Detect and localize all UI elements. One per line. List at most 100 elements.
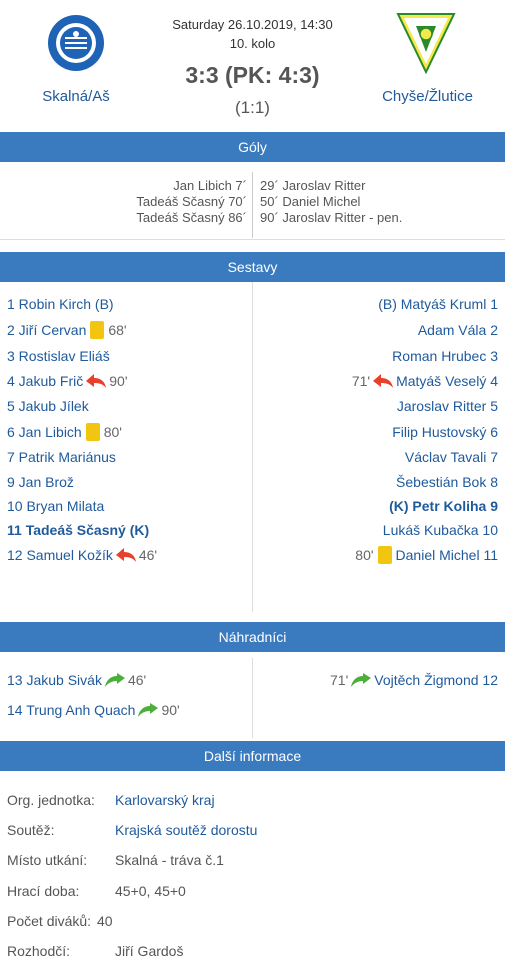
home-goals: Jan Libich 7´ Tadeáš Sčasný 70´ Tadeáš S… [136, 178, 247, 226]
info-value: 45+0, 45+0 [115, 883, 186, 899]
player-name[interactable]: Václav Tavali 7 [405, 449, 498, 465]
substitute-row[interactable]: 14 Trung Anh Quach 90' [7, 700, 180, 720]
player-row[interactable]: 9 Jan Brož [7, 472, 74, 492]
player-name[interactable]: Filip Hustovský 6 [392, 424, 498, 440]
goal-entry: 90´ Jaroslav Ritter - pen. [260, 210, 403, 225]
substitute-row[interactable]: 71' Vojtěch Žigmond 12 [330, 670, 498, 690]
info-value[interactable]: Krajská soutěž dorostu [115, 820, 257, 840]
info-label: Počet diváků: [7, 913, 92, 929]
info-row: Místo utkání: Skalná - tráva č.1 [7, 850, 224, 870]
info-label: Místo utkání: [7, 852, 88, 868]
player-name[interactable]: 3 Rostislav Eliáš [7, 348, 110, 364]
yellow-card-icon [90, 321, 105, 339]
match-header: Saturday 26.10.2019, 14:30 10. kolo 3:3 … [0, 0, 505, 128]
info-value[interactable]: Karlovarský kraj [115, 790, 215, 810]
away-goals: 29´ Jaroslav Ritter 50´ Daniel Michel 90… [260, 178, 402, 226]
player-name[interactable]: Lukáš Kubačka 10 [383, 522, 498, 538]
goals-section: Jan Libich 7´ Tadeáš Sčasný 70´ Tadeáš S… [0, 166, 505, 240]
info-value: 40 [97, 913, 113, 929]
match-round: 10. kolo [229, 36, 276, 51]
lineups-section-header: Sestavy [0, 252, 505, 282]
info-label: Org. jednotka: [7, 792, 95, 808]
player-name[interactable]: Adam Vála 2 [418, 322, 498, 338]
player-name[interactable]: 1 Robin Kirch (B) [7, 296, 114, 312]
info-label: Soutěž: [7, 822, 55, 838]
lineups-section: 1 Robin Kirch (B) 2 Jiří Cervan 68' 3 Rosti… [0, 282, 505, 612]
goal-entry: 50´ Daniel Michel [260, 194, 361, 209]
player-name[interactable]: 13 Jakub Sivák [7, 672, 102, 688]
substitution-in-arrow-icon [351, 673, 372, 687]
sub-minute: 90' [109, 373, 128, 389]
info-value: Jiří Gardoš [115, 943, 184, 959]
home-team-logo[interactable] [47, 14, 105, 72]
yellow-card-icon [377, 546, 392, 564]
player-name[interactable]: 12 Samuel Kožík [7, 547, 113, 563]
player-name[interactable]: 10 Bryan Milata [7, 498, 104, 514]
player-name[interactable]: 6 Jan Libich [7, 424, 82, 440]
info-row: Rozhodčí: Jiří Gardoš [7, 941, 183, 961]
player-row[interactable]: 80' Daniel Michel 11 [355, 545, 498, 565]
player-name[interactable]: 4 Jakub Frič [7, 373, 83, 389]
info-label: Rozhodčí: [7, 943, 71, 959]
player-row[interactable]: 4 Jakub Frič 90' [7, 371, 128, 391]
substitution-in-arrow-icon [138, 703, 159, 717]
player-name[interactable]: (B) Matyáš Kruml 1 [378, 296, 498, 312]
substitutes-section: 13 Jakub Sivák 46' 14 Trung Anh Quach 90' 7… [0, 658, 505, 738]
player-name[interactable]: Daniel Michel 11 [396, 547, 498, 563]
info-value: Skalná - tráva č.1 [115, 852, 224, 868]
player-name[interactable]: 7 Patrik Mariánus [7, 449, 116, 465]
player-row[interactable]: 10 Bryan Milata [7, 496, 104, 516]
player-row[interactable]: 12 Samuel Kožík 46' [7, 545, 157, 565]
player-name[interactable]: 5 Jakub Jílek [7, 398, 89, 414]
player-name[interactable]: Vojtěch Žigmond 12 [374, 672, 498, 688]
player-name[interactable]: Jaroslav Ritter 5 [397, 398, 498, 414]
player-row[interactable]: 6 Jan Libich 80' [7, 422, 122, 442]
substitution-out-arrow-icon [115, 548, 136, 562]
player-name[interactable]: 9 Jan Brož [7, 474, 74, 490]
player-row[interactable]: Šebestián Bok 8 [396, 472, 498, 492]
player-name[interactable]: Matyáš Veselý 4 [396, 373, 498, 389]
away-team-logo[interactable] [396, 12, 456, 75]
sub-minute: 71' [330, 672, 349, 688]
goal-entry: Tadeáš Sčasný 70´ [136, 194, 247, 209]
player-row[interactable]: (B) Matyáš Kruml 1 [378, 294, 498, 314]
player-name[interactable]: (K) Petr Koliha 9 [389, 498, 498, 514]
player-row[interactable]: Jaroslav Ritter 5 [397, 396, 498, 416]
player-row[interactable]: Roman Hrubec 3 [392, 346, 498, 366]
player-row[interactable]: 2 Jiří Cervan 68' [7, 320, 127, 340]
player-row[interactable]: 11 Tadeáš Sčasný (K) [7, 520, 149, 540]
goals-section-header: Góly [0, 132, 505, 162]
match-score: 3:3 (PK: 4:3) [185, 62, 320, 88]
player-row[interactable]: Václav Tavali 7 [405, 447, 498, 467]
card-minute: 80' [355, 547, 374, 563]
player-row[interactable]: 1 Robin Kirch (B) [7, 294, 114, 314]
yellow-card-icon [85, 423, 100, 441]
player-row[interactable]: Filip Hustovský 6 [392, 422, 498, 442]
player-name[interactable]: Šebestián Bok 8 [396, 474, 498, 490]
info-label: Hrací doba: [7, 883, 80, 899]
sub-minute: 90' [161, 702, 180, 718]
match-date: Saturday 26.10.2019, 14:30 [172, 17, 333, 32]
player-name[interactable]: 2 Jiří Cervan [7, 322, 86, 338]
player-name[interactable]: Roman Hrubec 3 [392, 348, 498, 364]
info-section-header: Další informace [0, 741, 505, 771]
info-row: Soutěž: Krajská soutěž dorostu [7, 820, 257, 840]
player-name[interactable]: 11 Tadeáš Sčasný (K) [7, 522, 149, 538]
player-row[interactable]: Adam Vála 2 [418, 320, 498, 340]
info-row: Počet diváků: 40 [7, 911, 113, 931]
player-row[interactable]: 71' Matyáš Veselý 4 [352, 371, 498, 391]
player-row[interactable]: (K) Petr Koliha 9 [389, 496, 498, 516]
away-team-name[interactable]: Chyše/Žlutice [350, 88, 505, 105]
home-team-name[interactable]: Skalná/Aš [0, 88, 152, 105]
sub-minute: 71' [351, 373, 371, 389]
card-minute: 80' [103, 424, 122, 440]
info-row: Hrací doba: 45+0, 45+0 [7, 881, 186, 901]
player-row[interactable]: 3 Rostislav Eliáš [7, 346, 110, 366]
player-row[interactable]: 5 Jakub Jílek [7, 396, 89, 416]
player-row[interactable]: 7 Patrik Mariánus [7, 447, 116, 467]
card-minute: 68' [108, 322, 127, 338]
substitute-row[interactable]: 13 Jakub Sivák 46' [7, 670, 146, 690]
player-name[interactable]: 14 Trung Anh Quach [7, 702, 135, 718]
player-row[interactable]: Lukáš Kubačka 10 [383, 520, 498, 540]
subs-divider [252, 658, 253, 738]
